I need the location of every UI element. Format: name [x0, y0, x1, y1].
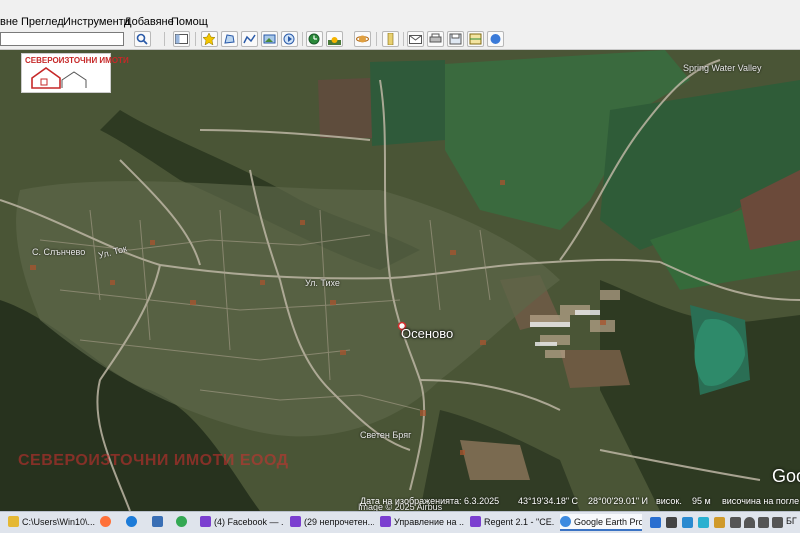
street-label-slanchevo: С. Слънчево — [32, 247, 86, 257]
placemark-icon[interactable] — [201, 31, 218, 47]
browser-icon — [200, 516, 211, 527]
ruler-icon[interactable] — [382, 31, 399, 47]
toolbar-separator — [164, 32, 165, 46]
toolbar — [0, 29, 800, 50]
firefox-icon — [100, 516, 111, 527]
battery-icon[interactable] — [772, 517, 783, 528]
browser-icon — [290, 516, 301, 527]
toolbar-separator — [403, 32, 404, 46]
browser-icon — [470, 516, 481, 527]
google-maps-icon[interactable] — [487, 31, 504, 47]
company-watermark: СЕВЕРОИЗТОЧНИ ИМОТИ ЕООД — [18, 452, 289, 469]
polygon-icon[interactable] — [221, 31, 238, 47]
elevation-label: висок. — [656, 496, 682, 506]
task-google-earth[interactable]: Google Earth Pro — [560, 514, 642, 531]
tray-app-icon[interactable] — [650, 517, 661, 528]
email-icon[interactable] — [407, 31, 424, 47]
menu-view[interactable]: Преглед — [21, 15, 64, 29]
print-icon[interactable] — [427, 31, 444, 47]
task-messages[interactable]: (29 непрочетен... — [290, 514, 374, 531]
edge-icon — [126, 516, 137, 527]
logo-text: СЕВЕРОИЗТОЧНИ ИМОТИ — [25, 56, 129, 65]
street-label-bryag: Светен Бряг — [360, 430, 412, 440]
menu-bar: вне Преглед Инструменти Добавяне Помощ — [0, 0, 800, 29]
latitude-readout: 43°19'34.18" С — [518, 496, 579, 506]
task-management[interactable]: Управление на ... — [380, 514, 464, 531]
tray-app-icon[interactable] — [714, 517, 725, 528]
search-input[interactable] — [0, 32, 124, 46]
task-label: Google Earth Pro — [574, 517, 642, 527]
toolbar-separator — [376, 32, 377, 46]
menu-tools[interactable]: Инструменти — [63, 15, 130, 29]
spring-water-label: Spring Water Valley — [683, 63, 762, 73]
volume-icon[interactable] — [758, 517, 769, 528]
task-app[interactable] — [152, 514, 168, 531]
toolbar-separator — [195, 32, 196, 46]
place-label[interactable]: Осеново — [401, 326, 453, 341]
task-label: Управление на ... — [394, 517, 464, 527]
tray-app-icon[interactable] — [682, 517, 693, 528]
historical-imagery-icon[interactable] — [306, 31, 323, 47]
tray-app-icon[interactable] — [730, 517, 741, 528]
path-icon[interactable] — [241, 31, 258, 47]
tray-app-icon[interactable] — [666, 517, 677, 528]
street-label-tihe: Ул. Тихе — [305, 278, 340, 288]
menu-file[interactable]: вне — [0, 15, 18, 29]
elevation-readout: 95 м — [692, 496, 711, 506]
toolbar-separator — [302, 32, 303, 46]
task-file-explorer[interactable]: C:\Users\Win10\... — [8, 514, 96, 531]
google-logo: Goo — [772, 466, 800, 486]
sunlight-icon[interactable] — [326, 31, 343, 47]
company-logo: СЕВЕРОИЗТОЧНИ ИМОТИ — [21, 53, 129, 93]
task-label: (4) Facebook — ... — [214, 517, 284, 527]
folder-icon — [8, 516, 19, 527]
google-earth-icon — [560, 516, 571, 527]
map-view[interactable]: Spring Water Valley С. Слънчево Ул. Ток … — [0, 50, 800, 511]
satellite-imagery — [0, 50, 800, 511]
imagery-date: Дата на изображенията: 6.3.2025 — [360, 496, 500, 506]
task-chrome[interactable] — [176, 514, 192, 531]
task-facebook[interactable]: (4) Facebook — ... — [200, 514, 284, 531]
task-regent[interactable]: Regent 2.1 - "CE... — [470, 514, 554, 531]
map-icon[interactable] — [467, 31, 484, 47]
app-icon — [152, 516, 163, 527]
eye-altitude-label: височина на погле — [722, 496, 800, 506]
task-label: C:\Users\Win10\... — [22, 517, 96, 527]
longitude-readout: 28°00'29.01" И — [588, 496, 649, 506]
planets-icon[interactable] — [354, 31, 371, 47]
menu-help[interactable]: Помощ — [171, 15, 208, 29]
sidebar-icon[interactable] — [173, 31, 190, 47]
tour-icon[interactable] — [281, 31, 298, 47]
chrome-icon — [176, 516, 187, 527]
task-label: (29 непрочетен... — [304, 517, 374, 527]
task-firefox[interactable] — [100, 514, 116, 531]
image-overlay-icon[interactable] — [261, 31, 278, 47]
browser-icon — [380, 516, 391, 527]
taskbar: C:\Users\Win10\... (4) Facebook — ... (2… — [0, 511, 800, 533]
task-edge[interactable] — [126, 514, 142, 531]
tray-app-icon[interactable] — [698, 517, 709, 528]
house-icon — [31, 67, 87, 89]
save-image-icon[interactable] — [447, 31, 464, 47]
search-icon[interactable] — [134, 31, 151, 47]
task-label: Regent 2.1 - "CE... — [484, 517, 554, 527]
menu-add[interactable]: Добавяне — [124, 15, 174, 29]
language-indicator[interactable]: БГ — [786, 516, 797, 526]
wifi-icon[interactable] — [744, 517, 755, 528]
